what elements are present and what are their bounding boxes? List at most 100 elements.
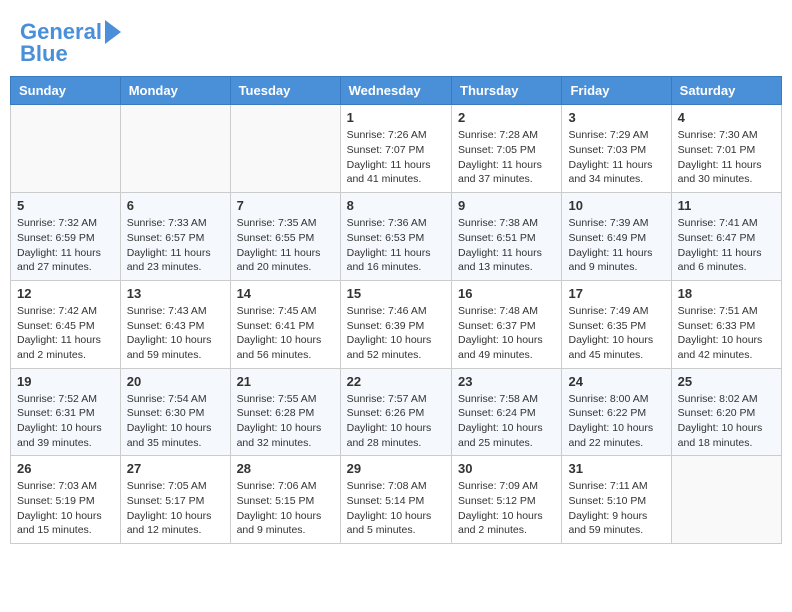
day-number: 29 xyxy=(347,461,445,476)
calendar-week-1: 1 Sunrise: 7:26 AM Sunset: 7:07 PM Daylig… xyxy=(11,105,782,193)
day-number: 5 xyxy=(17,198,114,213)
calendar-table: SundayMondayTuesdayWednesdayThursdayFrid… xyxy=(10,76,782,544)
day-info: Sunrise: 7:26 AM Sunset: 7:07 PM Dayligh… xyxy=(347,128,445,187)
calendar-cell: 29 Sunrise: 7:08 AM Sunset: 5:14 PM Dayli… xyxy=(340,456,451,544)
calendar-cell: 30 Sunrise: 7:09 AM Sunset: 5:12 PM Dayli… xyxy=(452,456,562,544)
calendar-week-2: 5 Sunrise: 7:32 AM Sunset: 6:59 PM Daylig… xyxy=(11,193,782,281)
day-info: Sunrise: 7:41 AM Sunset: 6:47 PM Dayligh… xyxy=(678,216,775,275)
day-info: Sunrise: 7:28 AM Sunset: 7:05 PM Dayligh… xyxy=(458,128,555,187)
day-number: 19 xyxy=(17,374,114,389)
calendar-cell xyxy=(120,105,230,193)
day-info: Sunrise: 7:51 AM Sunset: 6:33 PM Dayligh… xyxy=(678,304,775,363)
day-info: Sunrise: 7:43 AM Sunset: 6:43 PM Dayligh… xyxy=(127,304,224,363)
day-info: Sunrise: 7:49 AM Sunset: 6:35 PM Dayligh… xyxy=(568,304,664,363)
day-number: 2 xyxy=(458,110,555,125)
calendar-cell: 3 Sunrise: 7:29 AM Sunset: 7:03 PM Daylig… xyxy=(562,105,671,193)
day-info: Sunrise: 8:02 AM Sunset: 6:20 PM Dayligh… xyxy=(678,392,775,451)
calendar-cell: 12Sunrise: 7:42 AM Sunset: 6:45 PM Dayli… xyxy=(11,280,121,368)
day-info: Sunrise: 7:33 AM Sunset: 6:57 PM Dayligh… xyxy=(127,216,224,275)
calendar-cell: 8 Sunrise: 7:36 AM Sunset: 6:53 PM Daylig… xyxy=(340,193,451,281)
column-header-thursday: Thursday xyxy=(452,77,562,105)
calendar-cell: 24 Sunrise: 8:00 AM Sunset: 6:22 PM Dayli… xyxy=(562,368,671,456)
calendar-cell: 23Sunrise: 7:58 AM Sunset: 6:24 PM Dayli… xyxy=(452,368,562,456)
day-number: 7 xyxy=(237,198,334,213)
calendar-cell: 26 Sunrise: 7:03 AM Sunset: 5:19 PM Dayli… xyxy=(11,456,121,544)
calendar-header-row: SundayMondayTuesdayWednesdayThursdayFrid… xyxy=(11,77,782,105)
day-number: 31 xyxy=(568,461,664,476)
day-number: 27 xyxy=(127,461,224,476)
calendar-cell: 21 Sunrise: 7:55 AM Sunset: 6:28 PM Dayli… xyxy=(230,368,340,456)
day-info: Sunrise: 7:29 AM Sunset: 7:03 PM Dayligh… xyxy=(568,128,664,187)
day-info: Sunrise: 7:54 AM Sunset: 6:30 PM Dayligh… xyxy=(127,392,224,451)
day-info: Sunrise: 7:05 AM Sunset: 5:17 PM Dayligh… xyxy=(127,479,224,538)
day-number: 13 xyxy=(127,286,224,301)
day-info: Sunrise: 7:08 AM Sunset: 5:14 PM Dayligh… xyxy=(347,479,445,538)
calendar-cell xyxy=(671,456,781,544)
calendar-cell: 11 Sunrise: 7:41 AM Sunset: 6:47 PM Dayli… xyxy=(671,193,781,281)
day-number: 3 xyxy=(568,110,664,125)
calendar-cell: 5 Sunrise: 7:32 AM Sunset: 6:59 PM Daylig… xyxy=(11,193,121,281)
day-number: 8 xyxy=(347,198,445,213)
calendar-cell: 15 Sunrise: 7:46 AM Sunset: 6:39 PM Dayli… xyxy=(340,280,451,368)
day-number: 1 xyxy=(347,110,445,125)
day-info: Sunrise: 7:38 AM Sunset: 6:51 PM Dayligh… xyxy=(458,216,555,275)
calendar-cell: 16Sunrise: 7:48 AM Sunset: 6:37 PM Dayli… xyxy=(452,280,562,368)
day-number: 26 xyxy=(17,461,114,476)
day-number: 4 xyxy=(678,110,775,125)
calendar-cell xyxy=(11,105,121,193)
day-number: 22 xyxy=(347,374,445,389)
calendar-cell: 13 Sunrise: 7:43 AM Sunset: 6:43 PM Dayli… xyxy=(120,280,230,368)
day-number: 6 xyxy=(127,198,224,213)
calendar-cell: 7 Sunrise: 7:35 AM Sunset: 6:55 PM Daylig… xyxy=(230,193,340,281)
calendar-cell: 27 Sunrise: 7:05 AM Sunset: 5:17 PM Dayli… xyxy=(120,456,230,544)
calendar-cell: 17Sunrise: 7:49 AM Sunset: 6:35 PM Dayli… xyxy=(562,280,671,368)
calendar-cell: 20 Sunrise: 7:54 AM Sunset: 6:30 PM Dayli… xyxy=(120,368,230,456)
day-info: Sunrise: 7:36 AM Sunset: 6:53 PM Dayligh… xyxy=(347,216,445,275)
day-number: 25 xyxy=(678,374,775,389)
column-header-monday: Monday xyxy=(120,77,230,105)
calendar-cell: 9 Sunrise: 7:38 AM Sunset: 6:51 PM Daylig… xyxy=(452,193,562,281)
calendar-cell: 19 Sunrise: 7:52 AM Sunset: 6:31 PM Dayli… xyxy=(11,368,121,456)
calendar-week-4: 19 Sunrise: 7:52 AM Sunset: 6:31 PM Dayli… xyxy=(11,368,782,456)
column-header-wednesday: Wednesday xyxy=(340,77,451,105)
calendar-cell: 18Sunrise: 7:51 AM Sunset: 6:33 PM Dayli… xyxy=(671,280,781,368)
calendar-cell: 31 Sunrise: 7:11 AM Sunset: 5:10 PM Dayli… xyxy=(562,456,671,544)
day-info: Sunrise: 7:11 AM Sunset: 5:10 PM Dayligh… xyxy=(568,479,664,538)
day-number: 14 xyxy=(237,286,334,301)
day-info: Sunrise: 7:39 AM Sunset: 6:49 PM Dayligh… xyxy=(568,216,664,275)
calendar-week-5: 26 Sunrise: 7:03 AM Sunset: 5:19 PM Dayli… xyxy=(11,456,782,544)
day-info: Sunrise: 7:52 AM Sunset: 6:31 PM Dayligh… xyxy=(17,392,114,451)
day-info: Sunrise: 7:06 AM Sunset: 5:15 PM Dayligh… xyxy=(237,479,334,538)
day-number: 16 xyxy=(458,286,555,301)
day-number: 20 xyxy=(127,374,224,389)
day-number: 30 xyxy=(458,461,555,476)
calendar-week-3: 12Sunrise: 7:42 AM Sunset: 6:45 PM Dayli… xyxy=(11,280,782,368)
day-info: Sunrise: 7:55 AM Sunset: 6:28 PM Dayligh… xyxy=(237,392,334,451)
day-info: Sunrise: 8:00 AM Sunset: 6:22 PM Dayligh… xyxy=(568,392,664,451)
calendar-cell: 28 Sunrise: 7:06 AM Sunset: 5:15 PM Dayli… xyxy=(230,456,340,544)
day-info: Sunrise: 7:45 AM Sunset: 6:41 PM Dayligh… xyxy=(237,304,334,363)
calendar-cell: 10Sunrise: 7:39 AM Sunset: 6:49 PM Dayli… xyxy=(562,193,671,281)
logo-arrow-icon xyxy=(105,20,121,44)
day-info: Sunrise: 7:32 AM Sunset: 6:59 PM Dayligh… xyxy=(17,216,114,275)
day-number: 21 xyxy=(237,374,334,389)
day-info: Sunrise: 7:46 AM Sunset: 6:39 PM Dayligh… xyxy=(347,304,445,363)
calendar-cell: 1 Sunrise: 7:26 AM Sunset: 7:07 PM Daylig… xyxy=(340,105,451,193)
day-number: 24 xyxy=(568,374,664,389)
day-info: Sunrise: 7:09 AM Sunset: 5:12 PM Dayligh… xyxy=(458,479,555,538)
day-info: Sunrise: 7:03 AM Sunset: 5:19 PM Dayligh… xyxy=(17,479,114,538)
column-header-saturday: Saturday xyxy=(671,77,781,105)
calendar-cell: 2 Sunrise: 7:28 AM Sunset: 7:05 PM Daylig… xyxy=(452,105,562,193)
day-info: Sunrise: 7:57 AM Sunset: 6:26 PM Dayligh… xyxy=(347,392,445,451)
column-header-tuesday: Tuesday xyxy=(230,77,340,105)
day-info: Sunrise: 7:58 AM Sunset: 6:24 PM Dayligh… xyxy=(458,392,555,451)
day-number: 28 xyxy=(237,461,334,476)
logo-blue: Blue xyxy=(20,42,121,66)
day-info: Sunrise: 7:35 AM Sunset: 6:55 PM Dayligh… xyxy=(237,216,334,275)
column-header-friday: Friday xyxy=(562,77,671,105)
day-number: 9 xyxy=(458,198,555,213)
day-number: 15 xyxy=(347,286,445,301)
calendar-cell: 4Sunrise: 7:30 AM Sunset: 7:01 PM Daylig… xyxy=(671,105,781,193)
calendar-cell: 14 Sunrise: 7:45 AM Sunset: 6:41 PM Dayli… xyxy=(230,280,340,368)
day-number: 11 xyxy=(678,198,775,213)
